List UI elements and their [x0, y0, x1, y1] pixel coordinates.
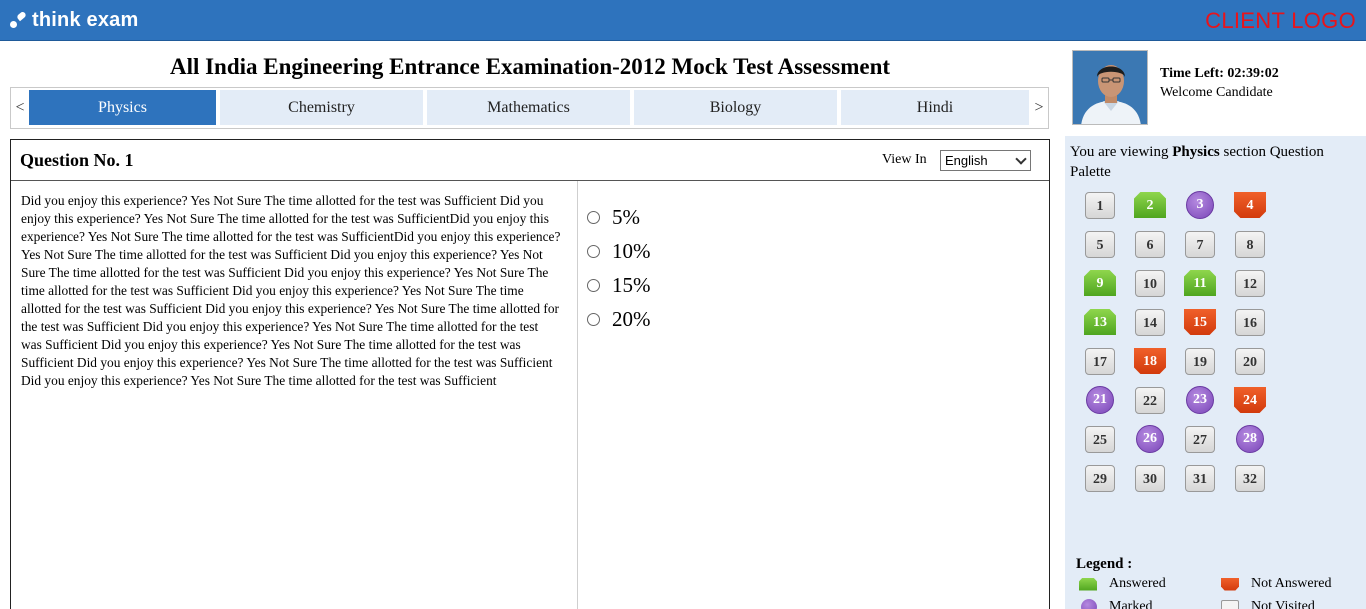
- palette-question-button[interactable]: 25: [1085, 426, 1115, 453]
- section-tabs: < Physics Chemistry Mathematics Biology …: [10, 87, 1049, 129]
- legend-marked: Marked: [1081, 599, 1153, 609]
- palette-question-button[interactable]: 6: [1135, 231, 1165, 258]
- question-panel: Question No. 1 View In English Did you e…: [10, 139, 1050, 609]
- palette-question-button[interactable]: 13: [1084, 309, 1116, 335]
- palette-question-button[interactable]: 32: [1235, 465, 1265, 492]
- question-divider: [577, 181, 578, 609]
- view-in-label: View In: [882, 152, 927, 167]
- palette-question-button[interactable]: 26: [1136, 425, 1164, 453]
- palette-question-button[interactable]: 21: [1086, 386, 1114, 414]
- brand-name: think exam: [32, 8, 139, 31]
- brand-logo: think exam: [10, 7, 138, 33]
- question-header: Question No. 1 View In English: [11, 140, 1049, 181]
- radio-button[interactable]: [587, 244, 600, 258]
- palette-question-button[interactable]: 15: [1184, 309, 1216, 335]
- not-answered-swatch-icon: [1221, 577, 1239, 591]
- option-label: 5%: [612, 204, 640, 229]
- option-label: 10%: [612, 238, 651, 263]
- option-label: 20%: [612, 306, 651, 331]
- option-label: 15%: [612, 272, 651, 297]
- palette-question-button[interactable]: 1: [1085, 192, 1115, 219]
- language-select-value: English: [945, 153, 988, 168]
- palette-section: Physics: [1172, 144, 1220, 160]
- legend-not-visited-label: Not Visited: [1251, 599, 1315, 609]
- palette-title: You are viewing Physics section Question…: [1070, 142, 1360, 182]
- palette-question-button[interactable]: 2: [1134, 192, 1166, 218]
- welcome-text: Welcome Candidate: [1160, 85, 1273, 100]
- tab-mathematics[interactable]: Mathematics: [427, 90, 630, 125]
- palette-question-button[interactable]: 8: [1235, 231, 1265, 258]
- candidate-photo: [1072, 50, 1148, 125]
- palette-question-button[interactable]: 5: [1085, 231, 1115, 258]
- option-3[interactable]: 15%: [587, 268, 651, 302]
- candidate-avatar-icon: [1073, 51, 1147, 124]
- palette-question-button[interactable]: 28: [1236, 425, 1264, 453]
- palette-question-button[interactable]: 18: [1134, 348, 1166, 374]
- think-exam-logo-icon: [10, 10, 28, 30]
- palette-question-button[interactable]: 29: [1085, 465, 1115, 492]
- palette-question-button[interactable]: 17: [1085, 348, 1115, 375]
- question-palette: You are viewing Physics section Question…: [1065, 136, 1366, 609]
- tab-chemistry[interactable]: Chemistry: [220, 90, 423, 125]
- legend-answered-label: Answered: [1109, 576, 1166, 591]
- palette-question-button[interactable]: 11: [1184, 270, 1216, 296]
- chevron-down-icon: [1015, 153, 1027, 165]
- answered-swatch-icon: [1079, 577, 1097, 591]
- legend-answered: Answered: [1079, 576, 1166, 592]
- palette-question-button[interactable]: 7: [1185, 231, 1215, 258]
- palette-question-button[interactable]: 24: [1234, 387, 1266, 413]
- palette-question-button[interactable]: 22: [1135, 387, 1165, 414]
- client-logo: CLIENT LOGO: [1205, 8, 1356, 33]
- tabs-next-arrow[interactable]: >: [1030, 88, 1048, 128]
- top-bar: think exam CLIENT LOGO: [0, 0, 1366, 41]
- question-number: Question No. 1: [20, 150, 134, 170]
- palette-question-button[interactable]: 12: [1235, 270, 1265, 297]
- option-1[interactable]: 5%: [587, 200, 651, 234]
- tab-hindi[interactable]: Hindi: [841, 90, 1029, 125]
- not-visited-swatch-icon: [1221, 600, 1239, 609]
- radio-button[interactable]: [587, 210, 600, 224]
- tab-biology[interactable]: Biology: [634, 90, 837, 125]
- palette-question-button[interactable]: 3: [1186, 191, 1214, 219]
- palette-question-button[interactable]: 9: [1084, 270, 1116, 296]
- language-select[interactable]: English: [940, 150, 1031, 171]
- time-left: Time Left: 02:39:02: [1160, 66, 1279, 81]
- palette-title-prefix: You are viewing: [1070, 144, 1173, 160]
- question-text: Did you enjoy this experience? Yes Not S…: [21, 193, 561, 388]
- palette-question-button[interactable]: 16: [1235, 309, 1265, 336]
- option-4[interactable]: 20%: [587, 302, 651, 336]
- exam-title: All India Engineering Entrance Examinati…: [169, 54, 891, 79]
- palette-question-button[interactable]: 14: [1135, 309, 1165, 336]
- legend-not-visited: Not Visited: [1221, 599, 1315, 609]
- radio-button[interactable]: [587, 312, 600, 326]
- palette-question-button[interactable]: 4: [1234, 192, 1266, 218]
- legend-not-answered: Not Answered: [1221, 576, 1332, 592]
- palette-question-button[interactable]: 19: [1185, 348, 1215, 375]
- legend-not-answered-label: Not Answered: [1251, 576, 1332, 591]
- tab-physics[interactable]: Physics: [29, 90, 216, 125]
- radio-button[interactable]: [587, 278, 600, 292]
- answer-options: 5% 10% 15% 20%: [587, 200, 651, 336]
- legend-title: Legend :: [1076, 556, 1133, 572]
- palette-question-button[interactable]: 31: [1185, 465, 1215, 492]
- palette-question-button[interactable]: 23: [1186, 386, 1214, 414]
- palette-question-button[interactable]: 20: [1235, 348, 1265, 375]
- palette-question-button[interactable]: 10: [1135, 270, 1165, 297]
- marked-swatch-icon: [1081, 599, 1097, 609]
- option-2[interactable]: 10%: [587, 234, 651, 268]
- palette-question-button[interactable]: 27: [1185, 426, 1215, 453]
- legend-marked-label: Marked: [1109, 599, 1153, 609]
- palette-question-button[interactable]: 30: [1135, 465, 1165, 492]
- tabs-prev-arrow[interactable]: <: [11, 88, 29, 128]
